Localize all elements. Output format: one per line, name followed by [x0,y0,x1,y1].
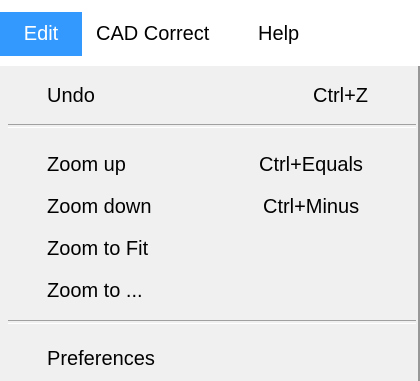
menu-cad-correct[interactable]: CAD Correct [96,12,209,56]
menu-item-preferences[interactable]: Preferences [0,340,418,378]
menu-item-zoom-to-fit[interactable]: Zoom to Fit [0,230,418,268]
menu-item-label: Undo [47,85,95,107]
menu-item-label: Zoom down [47,196,152,218]
edit-dropdown-menu: Undo Ctrl+Z Zoom up Ctrl+Equals Zoom dow… [0,66,420,381]
menu-item-label: Zoom to ... [47,280,143,302]
menu-item-label: Zoom up [47,154,126,176]
menu-item-undo[interactable]: Undo Ctrl+Z [0,77,418,115]
menu-item-zoom-down[interactable]: Zoom down Ctrl+Minus [0,188,418,226]
menu-item-shortcut: Ctrl+Minus [263,196,360,218]
menu-edit[interactable]: Edit [0,12,82,56]
menu-item-zoom-up[interactable]: Zoom up Ctrl+Equals [0,146,418,184]
screen: Edit CAD Correct Help Undo Ctrl+Z Zoom u… [0,0,420,381]
menu-help[interactable]: Help [258,12,299,56]
menu-separator [8,124,416,128]
menu-item-label: Preferences [47,348,155,370]
menu-bar: Edit CAD Correct Help [0,0,420,66]
menu-item-shortcut: Ctrl+Equals [259,154,363,176]
menu-item-zoom-to[interactable]: Zoom to ... [0,272,418,310]
menu-item-shortcut: Ctrl+Z [313,85,368,107]
menu-item-label: Zoom to Fit [47,238,149,260]
menu-separator [8,320,416,324]
